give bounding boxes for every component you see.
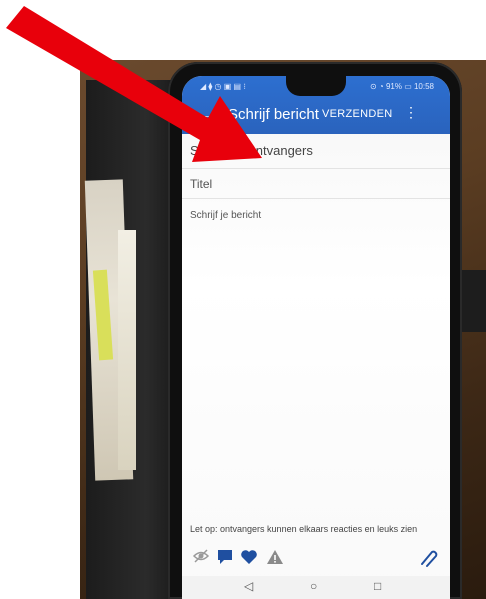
red-pointer-arrow-icon <box>6 6 262 162</box>
